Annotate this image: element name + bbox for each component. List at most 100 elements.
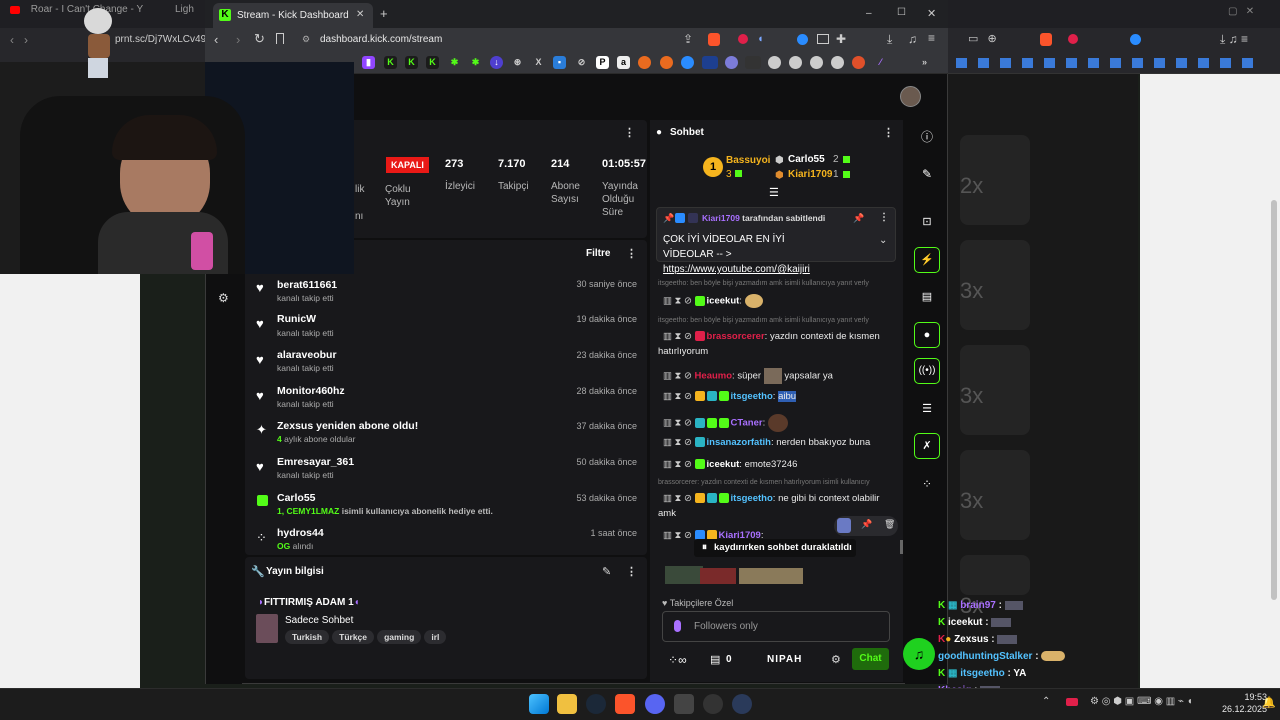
bg-nav-buttons[interactable]: ‹ › <box>10 33 28 47</box>
ban-icon[interactable]: ⊘ <box>684 391 692 402</box>
extension-icon[interactable] <box>797 34 808 45</box>
bg-brave-shield-icon[interactable] <box>1040 33 1052 46</box>
delete-icon[interactable]: ▥ <box>663 418 672 429</box>
document-icon[interactable]: ▤ <box>914 284 940 310</box>
notification-bell-icon[interactable]: 🔔 <box>1262 696 1276 709</box>
bookmark-icon[interactable]: ↓ <box>490 56 503 69</box>
ban-icon[interactable]: ⊘ <box>684 296 692 307</box>
leader-name[interactable]: Kiari1709 <box>788 169 832 180</box>
tag-chip[interactable]: gaming <box>377 630 422 644</box>
events-more-icon[interactable]: ⋮ <box>626 247 637 260</box>
tray-icons[interactable]: ⚙ ◎ ⬢ ▣ ⌨ ◉ ▥ ⌁ ◖ <box>1090 696 1193 707</box>
send-chat-button[interactable]: Chat <box>852 648 889 670</box>
stats-more-icon[interactable]: ⋮ <box>624 126 635 139</box>
ban-icon[interactable]: ⊘ <box>684 371 692 382</box>
bookmark-icon[interactable] <box>852 56 865 69</box>
amazon-bookmark-icon[interactable]: a <box>617 56 630 69</box>
kick-bookmark-icon[interactable]: K <box>405 56 418 69</box>
timeout-icon[interactable]: ⧗ <box>675 331 682 342</box>
maximize-button[interactable]: ☐ <box>897 7 906 18</box>
chat-input[interactable]: Followers only <box>662 611 890 642</box>
timeout-icon[interactable]: ⧗ <box>675 418 682 429</box>
info-more-icon[interactable]: ⋮ <box>626 565 637 578</box>
ban-icon[interactable]: ⊘ <box>684 437 692 448</box>
chat-username[interactable]: itsgeetho <box>731 391 773 402</box>
kick-bookmark-icon[interactable]: K <box>384 56 397 69</box>
kicks-icon[interactable]: ⁘ <box>914 471 940 497</box>
chat-message[interactable]: ▥ ⧗ ⊘ Heaumo: süper yapsalar ya <box>663 368 833 384</box>
close-window-button[interactable]: ✕ <box>927 7 936 20</box>
bookmark-icon[interactable]: P <box>596 56 609 69</box>
event-item[interactable]: Carlo55 1, CEMY1LMAZ isimli kullanıcıya … <box>245 491 647 525</box>
chevron-down-icon[interactable]: ⌄ <box>879 235 887 246</box>
app-icon[interactable] <box>674 694 694 714</box>
chat-message[interactable]: ▥ ⧗ ⊘ iceekut: emote37246 <box>663 459 797 470</box>
extension-icon[interactable]: ◖ <box>757 33 764 45</box>
scan-icon[interactable]: ⊡ <box>914 209 940 235</box>
tag-chip[interactable]: Turkish <box>285 630 330 644</box>
bg-scrollbar-thumb[interactable] <box>1271 200 1277 600</box>
ban-icon[interactable]: ⊘ <box>684 331 692 342</box>
active-tab[interactable]: K Stream - Kick Dashboard ✕ <box>213 3 373 28</box>
ban-icon[interactable]: ⊘ <box>684 459 692 470</box>
timeout-icon[interactable]: ⧗ <box>675 437 682 448</box>
site-info-icon[interactable]: ⚙ <box>302 34 310 45</box>
bookmark-icon[interactable]: ✱ <box>469 56 482 69</box>
bg-tab-light[interactable]: Ligh <box>175 4 205 24</box>
reload-button[interactable]: ↻ <box>254 31 265 47</box>
ban-icon[interactable]: ⊘ <box>684 530 692 541</box>
close-tab-icon[interactable]: ✕ <box>356 9 364 20</box>
layers-icon[interactable]: ☰ <box>914 396 940 422</box>
kick-bookmark-icon[interactable]: K <box>426 56 439 69</box>
info-icon[interactable]: ⓘ <box>914 124 940 150</box>
pinned-message[interactable]: 📌 Kiari1709 tarafından sabitlendi 📌 ⋮ ÇO… <box>656 207 896 275</box>
media-icon[interactable]: ♫ <box>908 32 917 46</box>
bookmark-icon[interactable] <box>725 56 738 69</box>
bg-menu-icons[interactable]: ⤓ ♫ ≡ <box>1220 32 1248 47</box>
minimize-button[interactable]: – <box>866 8 872 19</box>
support-headset-icon[interactable]: ♫ <box>903 638 935 670</box>
bookmark-icon[interactable]: ✱ <box>448 56 461 69</box>
forward-button[interactable]: › <box>236 32 240 47</box>
bg-bookmark-icons[interactable] <box>956 58 1256 68</box>
more-bookmarks-icon[interactable]: » <box>918 56 931 69</box>
mod-shield-icon[interactable] <box>837 518 851 533</box>
kicks-icon[interactable]: ⁘∞ <box>668 653 687 667</box>
leader-name[interactable]: Bassuyoi <box>726 155 770 166</box>
delete-message-icon[interactable]: 🗑 <box>884 519 895 530</box>
steam-icon[interactable] <box>586 694 606 714</box>
collapse-icon[interactable]: ☰ <box>769 186 779 199</box>
event-item[interactable]: ♥ RunicW kanalı takip etti 19 dakika önc… <box>245 312 647 346</box>
event-item[interactable]: ♥ alaraveobur kanalı takip etti 23 dakik… <box>245 348 647 382</box>
event-item[interactable]: ♥ Emresayar_361 kanalı takip etti 50 dak… <box>245 455 647 489</box>
points-icon[interactable]: ▤ <box>710 653 720 666</box>
bookmark-icon[interactable] <box>789 56 802 69</box>
event-item[interactable]: ✦ Zexsus yeniden abone oldu! 4 aylık abo… <box>245 419 647 453</box>
extension-icon[interactable] <box>738 34 748 44</box>
chat-paused-notice[interactable]: ⏸ kaydırırken sohbet duraklatıldı <box>694 539 856 557</box>
event-item[interactable]: ⁘ hydros44 OG alındı 1 saat önce <box>245 527 647 557</box>
ban-icon[interactable]: ⊘ <box>684 493 692 504</box>
brave-shield-icon[interactable] <box>708 33 720 46</box>
timeout-icon[interactable]: ⧗ <box>675 296 682 307</box>
bookmark-icon[interactable] <box>638 56 651 69</box>
share-icon[interactable]: ⇪ <box>683 32 693 46</box>
ban-icon[interactable]: ⊘ <box>684 418 692 429</box>
bg-window-controls[interactable]: ▢ ✕ <box>1228 6 1254 17</box>
download-icon[interactable]: ⤓ <box>887 32 892 47</box>
broadcast-icon[interactable]: ((•)) <box>914 358 940 384</box>
filter-button[interactable]: Filtre <box>586 248 610 259</box>
bg-address-bar[interactable]: prnt.sc/Dj7WxLCv49L <box>115 34 212 45</box>
settings-gear-icon[interactable]: ⚙ <box>218 291 229 305</box>
delete-icon[interactable]: ▥ <box>663 331 672 342</box>
chat-message[interactable]: ▥ ⧗ ⊘ insanazorfatih: nerden bbakıyoz bu… <box>663 437 870 448</box>
tray-chevron-icon[interactable]: ⌃ <box>1042 696 1050 707</box>
windows-start-icon[interactable] <box>529 694 549 714</box>
timeout-icon[interactable]: ⧗ <box>675 459 682 470</box>
back-button[interactable]: ‹ <box>214 32 218 47</box>
chat-message[interactable]: ▥ ⧗ ⊘ iceekut: <box>663 294 763 308</box>
menu-icon[interactable]: ≡ <box>928 31 935 45</box>
tag-chip[interactable]: Türkçe <box>332 630 375 644</box>
chat-scrollbar[interactable] <box>900 540 903 554</box>
delete-icon[interactable]: ▥ <box>663 391 672 402</box>
